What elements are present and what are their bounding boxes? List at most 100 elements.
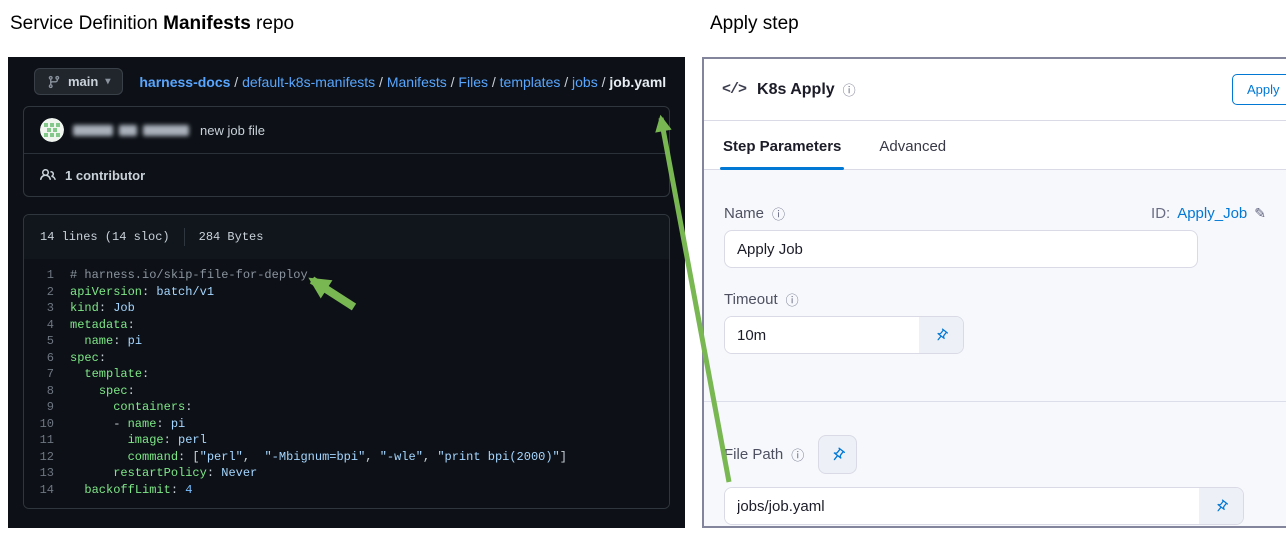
code-text: kind: Job (70, 301, 135, 315)
breadcrumb-segment-Files[interactable]: Files (458, 74, 488, 90)
line-number[interactable]: 2 (24, 284, 70, 301)
code-line: 13 restartPolicy: Never (24, 465, 669, 482)
file-lines-count: 14 lines (14 sloc) (40, 230, 170, 244)
code-line: 14 backoffLimit: 4 (24, 482, 669, 499)
line-number[interactable]: 14 (24, 482, 70, 499)
commit-card: new job file 1 contributor (23, 106, 670, 197)
people-icon (40, 168, 56, 181)
right-panel-title: Apply step (710, 13, 799, 34)
tab-step-parameters[interactable]: Step Parameters (719, 138, 845, 170)
contributor-count: 1 contributor (65, 167, 146, 183)
code-line: 8 spec: (24, 383, 669, 400)
line-number[interactable]: 9 (24, 399, 70, 416)
info-icon[interactable]: ⓘ (786, 290, 799, 309)
code-line: 10 - name: pi (24, 416, 669, 433)
code-text: restartPolicy: Never (113, 466, 258, 480)
code-text: backoffLimit: 4 (84, 482, 193, 497)
breadcrumb-segment-job.yaml: job.yaml (609, 73, 667, 90)
code-line: 1 # harness.io/skip-file-for-deploy (24, 267, 669, 284)
info-icon[interactable]: ⓘ (843, 80, 856, 99)
breadcrumb-separator: / (560, 73, 573, 90)
step-title: K8s Apply (757, 80, 835, 98)
left-panel-title: Service Definition Manifests repo (10, 13, 295, 34)
breadcrumb-separator: / (446, 73, 459, 90)
timeout-label: Timeout (724, 290, 778, 308)
redacted-committer-name (73, 124, 189, 136)
line-number[interactable]: 8 (24, 383, 70, 400)
filepath-input-group (724, 487, 1244, 525)
line-number[interactable]: 12 (24, 449, 70, 466)
line-number[interactable]: 13 (24, 465, 70, 482)
timeout-label-row: Timeout ⓘ (724, 288, 1266, 310)
timeout-input-group (724, 316, 964, 354)
code-line: 7 template: (24, 366, 669, 383)
filepath-input[interactable] (725, 488, 1199, 524)
breadcrumb-segment-harness-docs[interactable]: harness-docs (139, 74, 230, 90)
branch-name: main (68, 74, 99, 89)
breadcrumb-segment-jobs[interactable]: jobs (572, 74, 598, 90)
divider (183, 228, 185, 246)
code-text: spec: (98, 383, 135, 398)
edit-icon[interactable]: ✎ (1254, 205, 1266, 222)
code-line: 4 metadata: (24, 317, 669, 334)
code-line: 5 name: pi (24, 333, 669, 350)
info-icon[interactable]: ⓘ (772, 204, 785, 223)
code-text: command: ["perl", "-Mbignum=bpi", "-wle"… (127, 449, 567, 464)
line-number[interactable]: 1 (24, 267, 70, 284)
filepath-pin-toggle[interactable] (1199, 488, 1243, 524)
line-number[interactable]: 6 (24, 350, 70, 367)
timeout-pin-toggle[interactable] (919, 317, 963, 353)
branch-selector-button[interactable]: main ▾ (34, 68, 124, 95)
line-number[interactable]: 11 (24, 432, 70, 449)
commit-message[interactable]: new job file (200, 123, 265, 138)
pin-icon (936, 328, 948, 340)
id-label: ID: (1151, 204, 1171, 222)
breadcrumb: harness-docs / default-k8s-manifests / M… (139, 72, 666, 92)
step-header: </> K8s Apply ⓘ Apply (704, 59, 1286, 121)
filepath-label-row: File Path ⓘ (724, 435, 1266, 474)
info-icon[interactable]: ⓘ (791, 445, 804, 464)
avatar[interactable] (40, 118, 64, 142)
line-number[interactable]: 4 (24, 317, 70, 334)
name-input[interactable] (724, 230, 1198, 268)
chevron-down-icon: ▾ (105, 76, 111, 87)
code-block: 1 # harness.io/skip-file-for-deploy 2 apiVe… (24, 259, 669, 508)
pin-icon (833, 447, 845, 460)
line-number[interactable]: 5 (24, 333, 70, 350)
code-line: 2 apiVersion: batch/v1 (24, 284, 669, 301)
code-step-icon: </> (722, 81, 747, 98)
file-size: 284 Bytes (198, 230, 264, 244)
line-number[interactable]: 10 (24, 416, 70, 433)
breadcrumb-separator: / (597, 73, 610, 90)
code-line: 9 containers: (24, 399, 669, 416)
timeout-input[interactable] (725, 317, 919, 353)
filepath-label: File Path (724, 446, 784, 463)
code-text: name: pi (84, 334, 143, 348)
filepath-pin-button[interactable] (818, 435, 858, 474)
code-line: 12 command: ["perl", "-Mbignum=bpi", "-w… (24, 449, 669, 466)
k8s-apply-step-panel: </> K8s Apply ⓘ Apply Step Parameters Adv… (702, 57, 1286, 528)
step-id-value[interactable]: Apply_Job (1177, 205, 1247, 222)
code-line: 6 spec: (24, 350, 669, 367)
apply-changes-button[interactable]: Apply (1232, 74, 1286, 105)
latest-commit-row[interactable]: new job file (24, 107, 669, 153)
breadcrumb-segment-default-k8s-manifests[interactable]: default-k8s-manifests (242, 74, 375, 90)
breadcrumb-separator: / (375, 73, 387, 90)
code-text: image: perl (127, 433, 207, 447)
breadcrumb-segment-Manifests[interactable]: Manifests (387, 74, 447, 90)
code-text: - name: pi (70, 416, 186, 431)
pin-icon (1216, 499, 1228, 511)
code-text: metadata: (70, 317, 135, 332)
divider (704, 401, 1286, 402)
github-repo-panel: main ▾ harness-docs / default-k8s-manife… (8, 57, 685, 528)
breadcrumb-segment-templates[interactable]: templates (500, 74, 561, 90)
file-stats-bar: 14 lines (14 sloc) 284 Bytes (24, 215, 669, 259)
code-text: apiVersion: batch/v1 (70, 284, 215, 299)
tab-advanced[interactable]: Advanced (879, 138, 946, 169)
tabs: Step Parameters Advanced (704, 121, 1286, 170)
contributors-row[interactable]: 1 contributor (24, 154, 669, 196)
breadcrumb-separator: / (487, 73, 500, 90)
line-number[interactable]: 3 (24, 300, 70, 317)
line-number[interactable]: 7 (24, 366, 70, 383)
step-parameters-form: Name ⓘ ID: Apply_Job ✎ Timeout ⓘ File Pa… (704, 170, 1286, 526)
